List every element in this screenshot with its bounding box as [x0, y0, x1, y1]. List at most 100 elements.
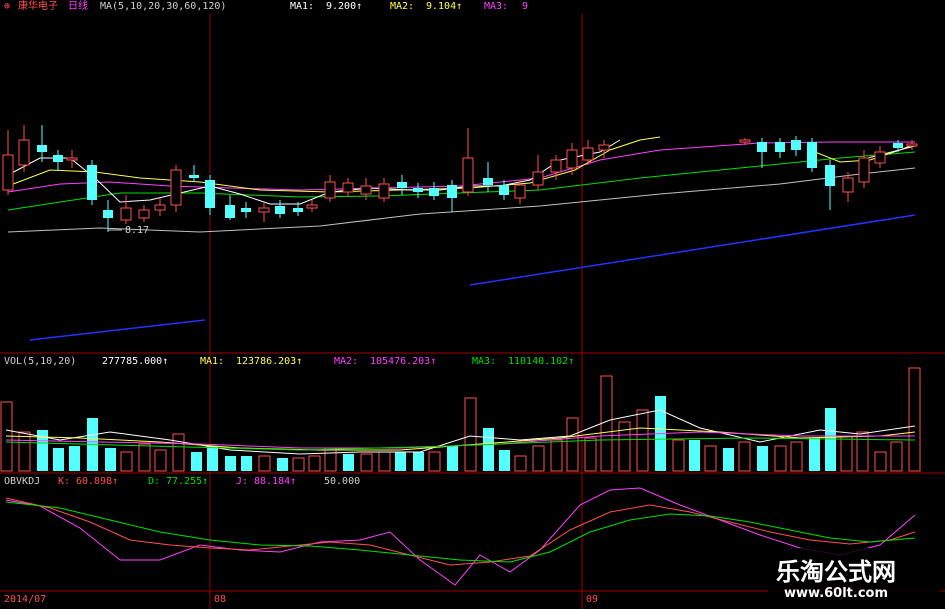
- candle-body: [807, 142, 817, 168]
- candle-body: [258, 207, 270, 213]
- volume-bar: [447, 446, 458, 471]
- candle-body: [429, 188, 439, 196]
- stock-badge-icon: ⊕: [4, 1, 11, 12]
- volume-bar: [258, 455, 271, 472]
- volume-ma1-label: MA1:: [200, 356, 225, 367]
- candle-body: [532, 171, 544, 186]
- ma-line-green: [7, 151, 916, 211]
- candle-body: [739, 139, 751, 143]
- candle-body: [842, 177, 854, 193]
- candle-body: [906, 143, 918, 147]
- chart-canvas[interactable]: [0, 0, 945, 609]
- candle-body: [893, 143, 903, 148]
- stock-chart[interactable]: ⊕ 康华电子 日线 MA(5,10,20,30,60,120) MA1: 9.2…: [0, 0, 945, 609]
- volume-bar: [689, 440, 700, 471]
- period-label[interactable]: 日线: [68, 1, 88, 13]
- volume-bar: [566, 417, 579, 472]
- volume-bar: [154, 449, 167, 472]
- volume-bar: [225, 456, 236, 471]
- candle-body: [378, 183, 390, 199]
- trend-line-lower: [29, 319, 206, 341]
- candle-body: [499, 185, 509, 195]
- candle-body: [825, 165, 835, 186]
- volume-bar: [856, 431, 869, 472]
- volume-ma2-label: MA2:: [334, 356, 359, 367]
- stock-name[interactable]: 康华电子: [18, 1, 58, 13]
- volume-bar: [774, 445, 787, 472]
- candle-body: [550, 159, 562, 173]
- ma-line-white: [7, 139, 621, 205]
- volume-bar: [120, 451, 133, 472]
- volume-bar: [499, 450, 510, 471]
- candle-body: [66, 157, 78, 161]
- candle-body: [241, 208, 251, 212]
- candle-body: [462, 157, 474, 193]
- candle-body: [582, 147, 594, 161]
- candle-body: [598, 144, 610, 151]
- watermark-title: 乐淘公式网: [776, 558, 896, 586]
- candle-body: [757, 142, 767, 152]
- time-label-sep: 09: [586, 594, 599, 605]
- k-value: 60.898↑: [76, 476, 119, 487]
- volume-bar: [723, 448, 734, 471]
- volume-bar: [413, 452, 424, 471]
- ma1-label: MA1:: [290, 1, 315, 12]
- volume-bar: [105, 448, 116, 471]
- candle-body: [342, 182, 354, 193]
- volume-bar: [138, 443, 151, 472]
- volume-bar: [464, 397, 477, 472]
- volume-bar: [428, 451, 441, 472]
- candle-body: [413, 188, 423, 192]
- candle-body: [775, 142, 785, 152]
- volume-bar: [738, 441, 751, 472]
- d-label: D:: [148, 476, 161, 487]
- candle-body: [447, 185, 457, 198]
- time-label-aug: 08: [214, 594, 227, 605]
- candle-body: [514, 184, 526, 199]
- volume-bar: [343, 454, 354, 471]
- volume-bar: [809, 438, 820, 471]
- volume-bar: [172, 433, 185, 472]
- candle-body: [103, 210, 113, 218]
- volume-bar: [757, 446, 768, 471]
- volume-bar: [514, 455, 527, 472]
- volume-ma2-value: 105476.203↑: [370, 356, 437, 367]
- volume-ma3-label: MA3:: [472, 356, 497, 367]
- candle-body: [858, 157, 870, 183]
- candle-body: [18, 139, 30, 166]
- ma-spec: MA(5,10,20,30,60,120): [100, 1, 227, 12]
- k-label: K:: [58, 476, 71, 487]
- candle-body: [306, 204, 318, 209]
- ma3-label: MA3:: [484, 1, 509, 12]
- volume-title: VOL(5,10,20): [4, 356, 77, 367]
- volume-ma3-value: 110140.102↑: [508, 356, 575, 367]
- candle-body: [293, 208, 303, 212]
- volume-bar: [840, 435, 853, 472]
- candle-body: [360, 185, 372, 195]
- volume-bar: [874, 451, 887, 472]
- candle-body: [37, 145, 47, 152]
- trend-line-upper: [469, 214, 916, 286]
- volume-bar: [308, 455, 321, 472]
- candle-body: [225, 205, 235, 218]
- j-value: 88.184↑: [254, 476, 297, 487]
- volume-bar: [636, 409, 649, 472]
- d-value: 77.255↑: [166, 476, 209, 487]
- volume-bar: [550, 439, 563, 472]
- indicator-title: OBVKDJ: [4, 476, 41, 487]
- time-label-jul: 2014/07: [4, 594, 47, 605]
- candle-body: [566, 149, 578, 169]
- volume-bar: [292, 457, 305, 472]
- volume-bar: [908, 367, 921, 472]
- candle-body: [397, 182, 407, 188]
- volume-bar: [241, 456, 252, 471]
- ma2-value: 9.104↑: [426, 1, 463, 12]
- watermark: 乐淘公式网 www.60lt.com: [768, 548, 940, 606]
- candle-body: [205, 180, 215, 208]
- candle-body: [53, 155, 63, 162]
- candle-body: [324, 181, 336, 199]
- watermark-url: www.60lt.com: [784, 586, 889, 601]
- volume-bar: [600, 375, 613, 472]
- candle-body: [189, 175, 199, 178]
- volume-bar: [672, 439, 685, 472]
